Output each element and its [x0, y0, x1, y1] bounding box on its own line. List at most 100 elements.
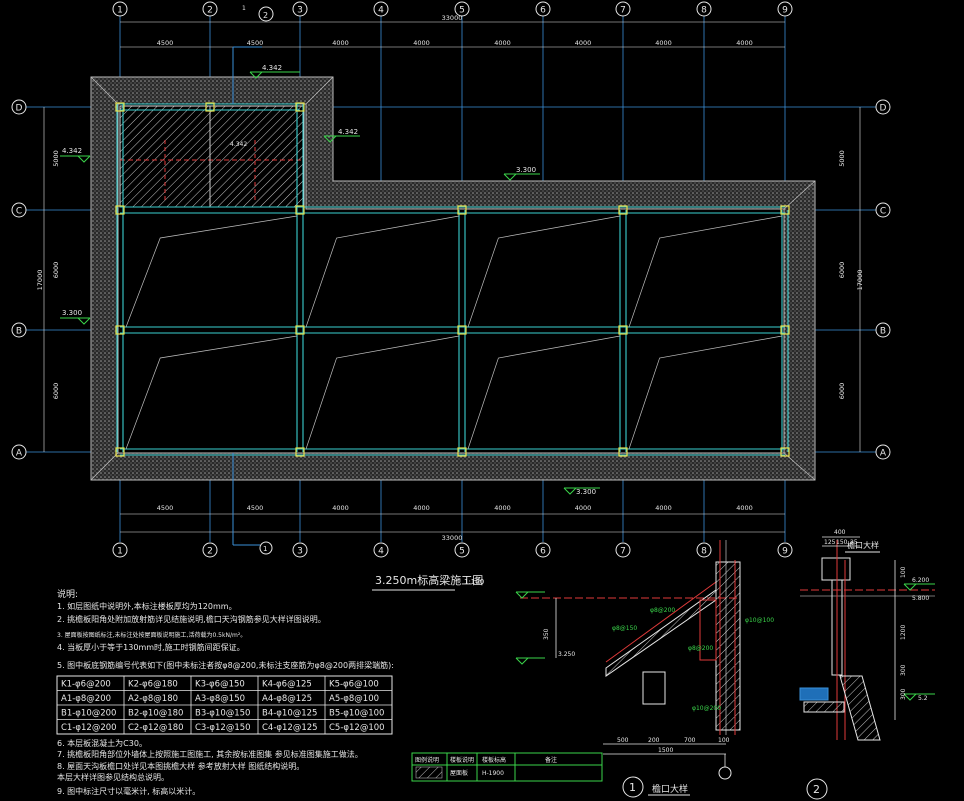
rebar-cell: C5-φ12@100 [329, 723, 385, 733]
section-number: 1 [263, 545, 267, 553]
plan-scale: 1:100 [464, 578, 484, 586]
legend-cell: H-1900 [482, 770, 504, 777]
detail-dimension: 700 [684, 737, 696, 744]
dimension-total: 17000 [856, 270, 864, 291]
rebar-cell: A5-φ8@100 [329, 694, 379, 704]
grid-label: A [880, 449, 887, 459]
grid-label: 2 [207, 547, 213, 557]
dimension-span: 4000 [655, 39, 672, 47]
detail-dimension: 350 [543, 628, 550, 640]
rebar-cell: C2-φ12@180 [128, 723, 184, 733]
detail-dimension: 300 [900, 688, 907, 700]
elevation-top-tower: 4.342 [249, 64, 300, 79]
dimension-span: 4000 [413, 504, 430, 512]
rebar-cell: K3-φ6@150 [195, 680, 245, 690]
rebar-label: φ10@100 [745, 617, 774, 624]
elevation-bottom: 3.300 [563, 487, 600, 496]
rebar-cell: B4-φ10@125 [262, 709, 317, 719]
rebar-table: K1-φ6@200 K2-φ6@180 K3-φ6@150 K4-φ6@125 K5-φ… [56, 675, 393, 735]
detail-title: 檐口大样 [652, 783, 688, 795]
legend-swatch [415, 766, 443, 779]
elevation-text: 3.300 [62, 309, 82, 317]
rebar-cell: K4-φ6@125 [262, 680, 312, 690]
dimension-span: 4500 [157, 504, 174, 512]
dimension-span: 5000 [838, 150, 846, 167]
legend-header: 楼板说明 [450, 756, 474, 764]
detail-dimension: 100 [718, 737, 730, 744]
detail-elevation: 3.250 [558, 651, 575, 658]
rebar-cell: C1-φ12@200 [61, 723, 117, 733]
dimension-span: 4000 [332, 39, 349, 47]
grid-label: A [16, 449, 23, 459]
rebar-label: φ8@150 [612, 625, 637, 632]
tower-slab [119, 105, 305, 208]
grid-label: 3 [297, 547, 303, 557]
rebar-cell: B1-φ10@200 [61, 709, 116, 719]
legend-cell: 屋面板 [450, 769, 468, 777]
dimension-total: 33000 [442, 534, 463, 542]
detail-number: 2 [813, 783, 820, 796]
elevation-text: 4.342 [262, 64, 282, 72]
rebar-cell: A1-φ8@200 [61, 694, 111, 704]
rebar-cell: K2-φ6@180 [128, 680, 178, 690]
rebar-cell: K5-φ6@100 [329, 680, 379, 690]
detail-elevation: 5.800 [912, 595, 929, 602]
dimension-span: 6000 [52, 383, 60, 400]
dimension-span: 4500 [247, 504, 264, 512]
detail-dimension: 100 [900, 566, 907, 578]
rebar-cell: C4-φ12@125 [262, 723, 318, 733]
legend-header: 图例说明 [415, 756, 439, 764]
dimension-span: 6000 [838, 262, 846, 279]
rebar-label: φ8@200 [650, 607, 675, 614]
rebar-cell: A4-φ8@125 [262, 694, 312, 704]
structural-drawing: 112233445566778899D DC CB BA A 330004500 4500… [11, 1, 935, 800]
grid-label: 8 [701, 547, 707, 557]
dimension-span: 4500 [247, 39, 264, 47]
grid-label: 3 [297, 6, 303, 16]
dimension-total: 17000 [36, 270, 44, 291]
grid-label: B [880, 327, 886, 337]
rebar-cell: A3-φ8@150 [195, 694, 245, 704]
dimension-total: 33000 [442, 14, 463, 22]
rebar-cell: B5-φ10@100 [329, 709, 384, 719]
rebar-label: φ8@200 [688, 645, 713, 652]
note-line: 8. 屋面天沟板檐口处详见本图挑檐大样 参考放射大样 图纸结构说明。 [57, 761, 304, 771]
grid-label: 6 [540, 6, 546, 16]
section-label-top: 1 [242, 5, 246, 12]
notes-heading: 说明: [57, 588, 78, 600]
note-line: 2. 挑檐板阳角处附加放射筋详见结施说明,檐口天沟钢筋参见大样详图说明。 [57, 614, 326, 624]
dimension-span: 4000 [332, 504, 349, 512]
legend-table: 图例说明 楼板说明 楼板标高 备注 屋面板 H-1900 [411, 752, 603, 782]
grid-label: 6 [540, 547, 546, 557]
dimension-span: 4000 [736, 504, 753, 512]
detail-dimension: 400 [834, 529, 846, 536]
rebar-cell: A2-φ8@180 [128, 694, 178, 704]
dimension-span: 4500 [157, 39, 174, 47]
detail-dimension: 500 [617, 737, 629, 744]
note-line: 9. 图中标注尺寸以毫米计, 标高以米计。 [57, 786, 200, 796]
note-line: 本层大样详图参见结构总说明。 [57, 772, 169, 782]
rebar-cell: K1-φ6@200 [61, 680, 111, 690]
grid-label: 1 [117, 6, 123, 16]
note-line: 3. 屋面板按图纸标注,未标注处按屋面板说明施工,活荷载为0.5kN/m²。 [57, 631, 246, 639]
elevation-text: 3.300 [576, 488, 596, 496]
plan-title-block: 3.250m标高梁施工图 1:100 [372, 573, 484, 591]
detail-dimension: 200 [648, 737, 660, 744]
note-line: 1. 如层图纸中说明外,本标注楼板厚均为120mm。 [57, 601, 237, 611]
dimension-span: 5000 [52, 150, 60, 167]
detail-2: 6.200 5.800 5.2 100 1200 300 300 125 150… [799, 529, 935, 800]
notes-block: 说明: 1. 如层图纸中说明外,本标注楼板厚均为120mm。 2. 挑檐板阳角处… [57, 588, 394, 670]
dimension-span: 6000 [52, 262, 60, 279]
note-line: 4. 当板厚小于等于130mm时,施工时钢筋间距保证。 [57, 642, 245, 652]
rebar-cell: B3-φ10@150 [195, 709, 250, 719]
dimension-span: 4000 [575, 504, 592, 512]
dimension-span: 4000 [413, 39, 430, 47]
grid-label: 1 [117, 547, 123, 557]
grid-label: 4 [378, 547, 384, 557]
grid-label: 7 [620, 6, 626, 16]
grid-label: 4 [378, 6, 384, 16]
dimension-span: 4000 [494, 39, 511, 47]
rebar-cell: C3-φ12@150 [195, 723, 251, 733]
legend-header: 楼板标高 [482, 756, 506, 764]
elevation-left-tower: 4.342 [60, 147, 91, 163]
